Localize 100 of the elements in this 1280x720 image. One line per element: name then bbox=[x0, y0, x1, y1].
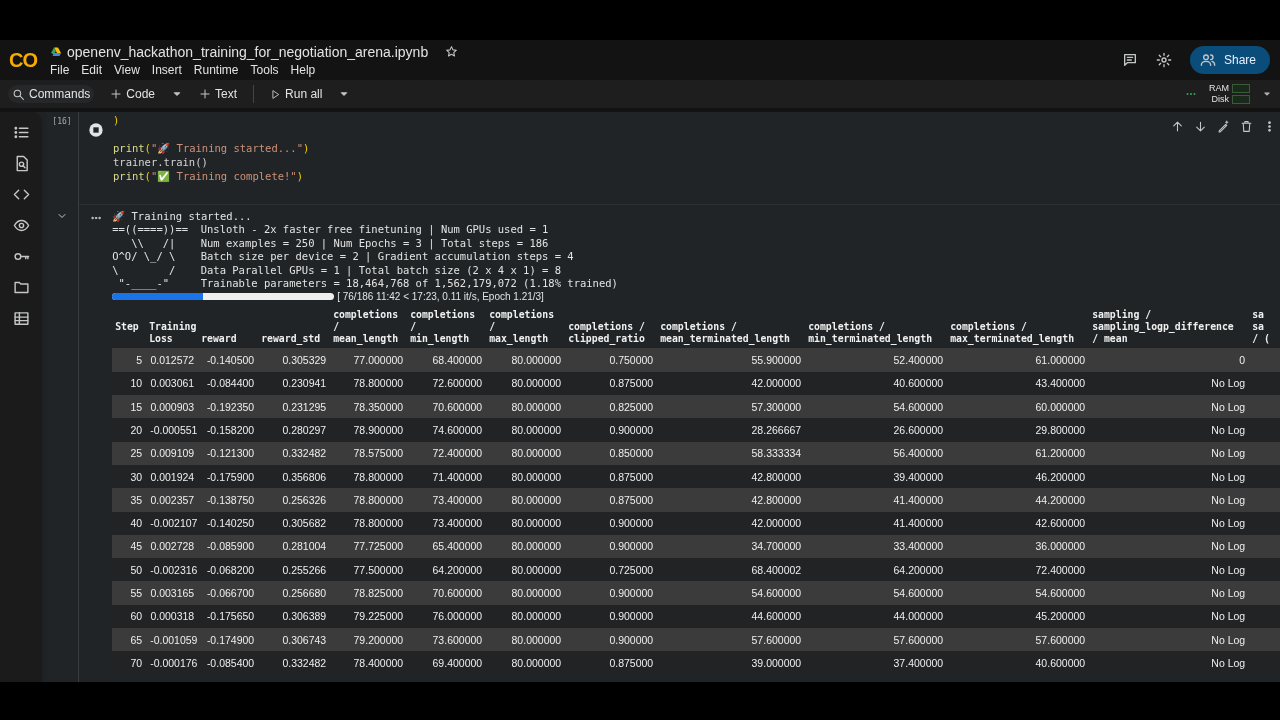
table-cell: 73.400000 bbox=[407, 511, 487, 535]
column-header: completions / max_length bbox=[486, 306, 566, 349]
table-cell: 80.000000 bbox=[486, 604, 566, 628]
table-cell: 61.200000 bbox=[947, 441, 1090, 465]
table-cell: 0.281004 bbox=[258, 534, 331, 559]
table-cell: No Log bbox=[1089, 395, 1250, 419]
table-cell: 70.600000 bbox=[407, 395, 487, 419]
table-cell: 42.800000 bbox=[657, 464, 806, 489]
menu-item[interactable]: Tools bbox=[250, 62, 279, 77]
table-cell: 0.000903 bbox=[146, 395, 199, 419]
table-cell: -0.085900 bbox=[198, 534, 259, 559]
table-cell: 69.400000 bbox=[407, 651, 487, 675]
add-code-button[interactable]: Code bbox=[106, 85, 160, 103]
table-cell: 0.332482 bbox=[258, 441, 331, 465]
menu-item[interactable]: Help bbox=[290, 62, 316, 77]
table-cell: 80.000000 bbox=[486, 628, 566, 652]
usage-graph bbox=[1232, 84, 1250, 93]
table-cell: 78.575000 bbox=[330, 441, 408, 465]
table-cell: 64.200000 bbox=[805, 558, 948, 582]
column-header: completions / mean_terminated_length bbox=[657, 306, 806, 349]
table-cell: 80.000000 bbox=[486, 511, 566, 535]
table-cell: 0.305329 bbox=[258, 348, 331, 372]
table-cell: 0 bbox=[1089, 348, 1250, 372]
table-icon[interactable] bbox=[12, 310, 30, 327]
column-header: Step bbox=[112, 306, 147, 349]
table-cell: 0.900000 bbox=[565, 418, 658, 442]
table-cell: 65.400000 bbox=[407, 534, 487, 559]
table-cell: 70 bbox=[112, 651, 147, 675]
table-cell: 0.725000 bbox=[565, 558, 658, 582]
star-icon[interactable] bbox=[445, 45, 459, 58]
commands-button[interactable]: Commands bbox=[8, 85, 95, 103]
table-cell: 72.600000 bbox=[407, 371, 487, 396]
output-line: 🚀 Training started... bbox=[112, 210, 253, 224]
colab-logo[interactable]: CO bbox=[0, 48, 46, 72]
plus-icon bbox=[110, 88, 123, 100]
table-cell: 42.000000 bbox=[657, 371, 806, 396]
table-cell: 0.825000 bbox=[565, 395, 658, 419]
table-cell: 0.332482 bbox=[258, 651, 331, 675]
folder-icon[interactable] bbox=[12, 279, 30, 296]
table-cell: 40 bbox=[112, 511, 147, 535]
table-cell: -0.068200 bbox=[198, 558, 259, 582]
drive-icon bbox=[50, 45, 62, 58]
table-cell: No Log bbox=[1089, 581, 1250, 605]
table-cell: 71.400000 bbox=[407, 464, 487, 489]
table-cell: 0.750000 bbox=[565, 348, 658, 372]
table-cell: 74.600000 bbox=[407, 418, 487, 442]
play-icon bbox=[270, 88, 282, 100]
arrow-down-icon[interactable] bbox=[1194, 120, 1207, 133]
table-cell: 0.850000 bbox=[565, 441, 658, 465]
comment-icon[interactable] bbox=[1121, 52, 1138, 68]
table-cell: 58.333334 bbox=[657, 441, 806, 465]
menu-item[interactable]: File bbox=[50, 62, 70, 77]
table-of-contents-icon[interactable] bbox=[12, 124, 30, 141]
table-cell: 44.200000 bbox=[947, 488, 1090, 512]
trash-icon[interactable] bbox=[1240, 120, 1253, 133]
table-cell: 78.800000 bbox=[330, 371, 408, 396]
table-cell: 39.000000 bbox=[657, 651, 806, 675]
output-line: O^O/ \_/ \ Batch size per device = 2 | Gradient accumulation steps = 4 bbox=[112, 250, 575, 264]
table-cell: 60 bbox=[112, 604, 147, 628]
table-cell: 0.305682 bbox=[258, 511, 331, 535]
table-cell: 0.003165 bbox=[146, 581, 199, 605]
table-cell: 80.000000 bbox=[486, 441, 566, 465]
table-cell: -0.000176 bbox=[146, 651, 199, 675]
table-cell: 52.400000 bbox=[805, 348, 948, 372]
table-cell: 64.200000 bbox=[407, 558, 487, 582]
run-all-button[interactable]: Run all bbox=[266, 85, 327, 103]
table-cell: 0.875000 bbox=[565, 488, 658, 512]
table-cell: 26.600000 bbox=[805, 418, 948, 442]
table-cell: 80.000000 bbox=[486, 488, 566, 512]
eye-icon[interactable] bbox=[12, 217, 30, 234]
table-cell: 55.900000 bbox=[657, 348, 806, 372]
table-cell: 72.400000 bbox=[407, 441, 487, 465]
menu-item[interactable]: Runtime bbox=[193, 62, 239, 77]
menu-item[interactable]: Insert bbox=[151, 62, 182, 77]
table-cell: 0.255266 bbox=[258, 558, 331, 582]
column-header: completions / min_terminated_length bbox=[805, 306, 948, 349]
table-cell: 0.306389 bbox=[258, 604, 331, 628]
pencil-sparkle-icon[interactable] bbox=[1217, 120, 1230, 133]
table-cell: 5 bbox=[112, 348, 147, 372]
table-cell: 0.900000 bbox=[565, 581, 658, 605]
table-cell: 80.000000 bbox=[486, 418, 566, 442]
add-text-button[interactable]: Text bbox=[195, 85, 242, 103]
share-button[interactable]: Share bbox=[1189, 46, 1270, 74]
table-cell: -0.175650 bbox=[198, 604, 259, 628]
table-cell: No Log bbox=[1089, 418, 1250, 442]
table-cell: 57.300000 bbox=[657, 395, 806, 419]
notebook-title[interactable]: openenv_hackathon_training_for_negotiation_arena.ipynb bbox=[67, 43, 429, 60]
menu-item[interactable]: Edit bbox=[81, 62, 103, 77]
table-cell: 36.000000 bbox=[947, 534, 1090, 559]
menu-item[interactable]: View bbox=[114, 62, 140, 77]
table-cell: 15 bbox=[112, 395, 147, 419]
column-header: sampling / sampling_logp_difference / mean bbox=[1089, 306, 1250, 349]
stop-icon[interactable] bbox=[88, 122, 104, 138]
column-header: completions / mean_length bbox=[330, 306, 408, 349]
table-cell: 44.600000 bbox=[657, 604, 806, 628]
table-cell: 0.900000 bbox=[565, 511, 658, 535]
table-cell: 78.800000 bbox=[330, 488, 408, 512]
arrow-up-icon[interactable] bbox=[1171, 120, 1184, 133]
table-cell: No Log bbox=[1089, 651, 1250, 675]
table-cell: 0.003061 bbox=[146, 371, 199, 396]
